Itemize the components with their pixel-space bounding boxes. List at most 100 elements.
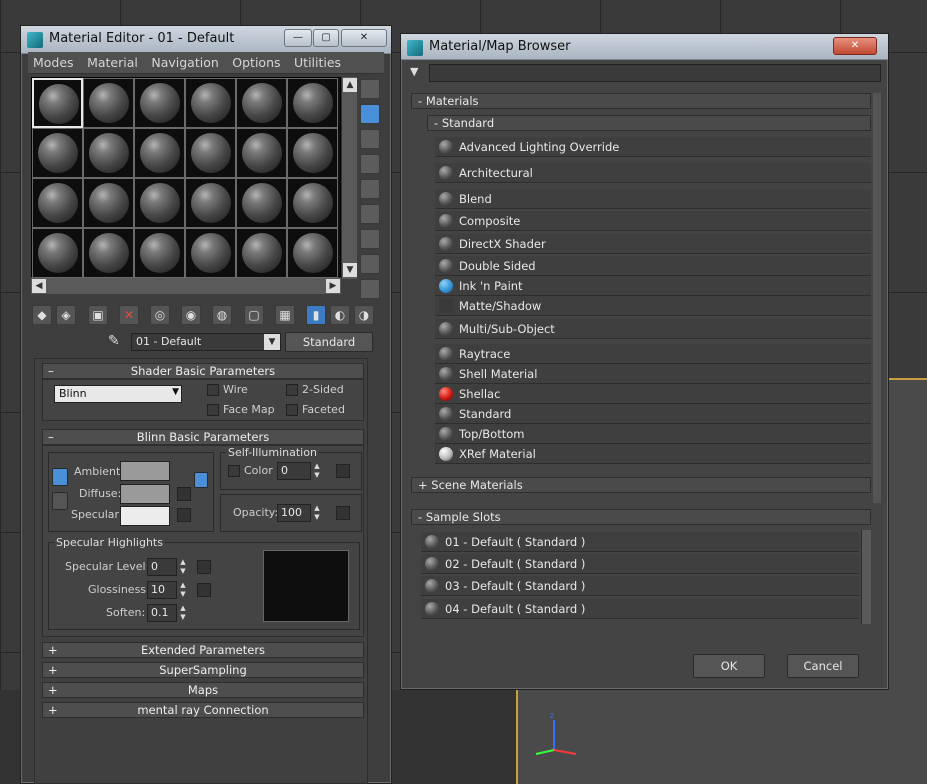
sample-slot[interactable]: [236, 78, 287, 128]
diffuse-map-button[interactable]: [177, 487, 191, 501]
scroll-left-icon[interactable]: ◀: [32, 279, 46, 293]
material-id-channel-icon[interactable]: ▢: [244, 305, 264, 325]
opacity-spinner[interactable]: 100 ▲ ▼: [277, 504, 323, 522]
self-illum-map-button[interactable]: [336, 464, 350, 478]
browser-search-input[interactable]: [429, 64, 881, 82]
spinner-arrows-icon[interactable]: ▲ ▼: [312, 462, 322, 480]
sample-slot[interactable]: [185, 128, 236, 178]
menu-material[interactable]: Material: [82, 52, 143, 70]
soften-spinner[interactable]: 0.1 ▲ ▼: [147, 604, 189, 622]
scroll-right-icon[interactable]: ▶: [326, 279, 340, 293]
sample-slot[interactable]: [287, 128, 338, 178]
material-list-item[interactable]: Advanced Lighting Override: [435, 137, 871, 157]
sample-slot[interactable]: [83, 178, 134, 228]
ambient-color-swatch[interactable]: [120, 461, 170, 481]
scroll-down-icon[interactable]: ▼: [343, 263, 357, 277]
material-editor-titlebar[interactable]: Material Editor - 01 - Default — ▢ ✕: [21, 26, 391, 54]
go-forward-sibling-icon[interactable]: ◑: [354, 305, 374, 325]
sample-slot[interactable]: [185, 178, 236, 228]
reset-map-icon[interactable]: ✕: [119, 305, 139, 325]
maximize-button[interactable]: ▢: [313, 29, 339, 47]
shader-select[interactable]: Blinn ▼: [54, 385, 182, 403]
scroll-up-icon[interactable]: ▲: [343, 78, 357, 92]
sample-slot[interactable]: [236, 228, 287, 278]
opacity-value[interactable]: 100: [277, 504, 311, 522]
supersampling-rollout[interactable]: + SuperSampling: [42, 662, 364, 678]
menu-utilities[interactable]: Utilities: [289, 52, 346, 70]
put-to-library-icon[interactable]: ◍: [212, 305, 232, 325]
sample-slot[interactable]: [185, 228, 236, 278]
scene-materials-group[interactable]: + Scene Materials: [411, 477, 871, 493]
make-copy-icon[interactable]: ◎: [150, 305, 170, 325]
specular-level-value[interactable]: 0: [147, 558, 177, 576]
sample-slot-list-item[interactable]: 03 - Default ( Standard ): [421, 576, 859, 596]
sample-slot[interactable]: [287, 178, 338, 228]
go-to-parent-icon[interactable]: ◐: [330, 305, 350, 325]
browser-close-button[interactable]: ✕: [833, 37, 877, 55]
menu-options[interactable]: Options: [227, 52, 285, 70]
minimize-button[interactable]: —: [284, 29, 312, 47]
faceted-checkbox[interactable]: [286, 404, 298, 416]
self-illum-color-checkbox[interactable]: [228, 465, 240, 477]
material-list-item[interactable]: Matte/Shadow: [435, 296, 871, 316]
sample-slot-list-item[interactable]: 01 - Default ( Standard ): [421, 532, 859, 552]
chevron-down-icon[interactable]: ▼: [264, 334, 280, 350]
backlight-icon[interactable]: [360, 104, 380, 124]
sample-slot[interactable]: [134, 228, 185, 278]
material-list-item[interactable]: Composite: [435, 211, 871, 231]
lock-ambient-diffuse-button[interactable]: [52, 468, 68, 486]
show-map-icon[interactable]: ▦: [275, 305, 295, 325]
chevron-down-icon[interactable]: ▼: [172, 387, 179, 397]
slot-vertical-scrollbar[interactable]: ▲ ▼: [341, 77, 357, 279]
self-illum-spinner[interactable]: 0 ▲ ▼: [277, 462, 323, 480]
material-list-item[interactable]: XRef Material: [435, 444, 871, 464]
sample-slot[interactable]: [83, 78, 134, 128]
sample-slot[interactable]: [287, 228, 338, 278]
sample-slot-list-item[interactable]: 02 - Default ( Standard ): [421, 554, 859, 574]
sample-slot[interactable]: [236, 128, 287, 178]
ok-button[interactable]: OK: [693, 654, 765, 678]
diffuse-color-swatch[interactable]: [120, 484, 170, 504]
assign-to-selection-icon[interactable]: ▣: [88, 305, 108, 325]
sample-slot[interactable]: [32, 178, 83, 228]
close-button[interactable]: ✕: [341, 29, 387, 47]
browser-options-icon[interactable]: ▼: [410, 65, 418, 78]
slot-horizontal-scrollbar[interactable]: ◀ ▶: [31, 278, 341, 294]
sample-slot[interactable]: [32, 78, 83, 128]
sample-slots-group[interactable]: - Sample Slots: [411, 509, 871, 525]
material-list-item[interactable]: Raytrace: [435, 344, 871, 364]
sample-slots-scrollbar[interactable]: [861, 530, 871, 624]
sample-slot[interactable]: [32, 128, 83, 178]
materials-group[interactable]: - Materials: [411, 93, 871, 109]
specular-map-button[interactable]: [177, 508, 191, 522]
material-type-button[interactable]: Standard: [285, 332, 373, 352]
material-list-item[interactable]: Blend: [435, 189, 871, 209]
put-to-scene-icon[interactable]: ◈: [56, 305, 76, 325]
sample-slot[interactable]: [83, 228, 134, 278]
sample-slot[interactable]: [32, 228, 83, 278]
get-material-icon[interactable]: ◆: [32, 305, 52, 325]
spinner-arrows-icon[interactable]: ▲ ▼: [178, 558, 188, 576]
lock-map-icon[interactable]: [194, 472, 208, 488]
make-unique-icon[interactable]: ◉: [181, 305, 201, 325]
spinner-arrows-icon[interactable]: ▲ ▼: [312, 504, 322, 522]
menu-navigation[interactable]: Navigation: [146, 52, 223, 70]
show-end-result-icon[interactable]: ▮: [306, 305, 326, 325]
material-list-item[interactable]: Ink 'n Paint: [435, 276, 871, 296]
soften-value[interactable]: 0.1: [147, 604, 177, 622]
material-list-item[interactable]: Standard: [435, 404, 871, 424]
material-navigator-icon[interactable]: [360, 279, 380, 299]
browser-titlebar[interactable]: Material/Map Browser ✕: [401, 34, 888, 60]
background-icon[interactable]: [360, 129, 380, 149]
menu-modes[interactable]: Modes: [28, 52, 79, 70]
glossiness-spinner[interactable]: 10 ▲ ▼: [147, 581, 189, 599]
material-list-item[interactable]: Multi/Sub-Object: [435, 319, 871, 339]
maps-rollout[interactable]: + Maps: [42, 682, 364, 698]
select-by-material-icon[interactable]: [360, 254, 380, 274]
two-sided-checkbox[interactable]: [286, 384, 298, 396]
sample-slot[interactable]: [83, 128, 134, 178]
material-list-item[interactable]: DirectX Shader: [435, 234, 871, 254]
shader-rollout-header[interactable]: – Shader Basic Parameters: [42, 363, 364, 379]
glossiness-map-button[interactable]: [197, 583, 211, 597]
opacity-map-button[interactable]: [336, 506, 350, 520]
